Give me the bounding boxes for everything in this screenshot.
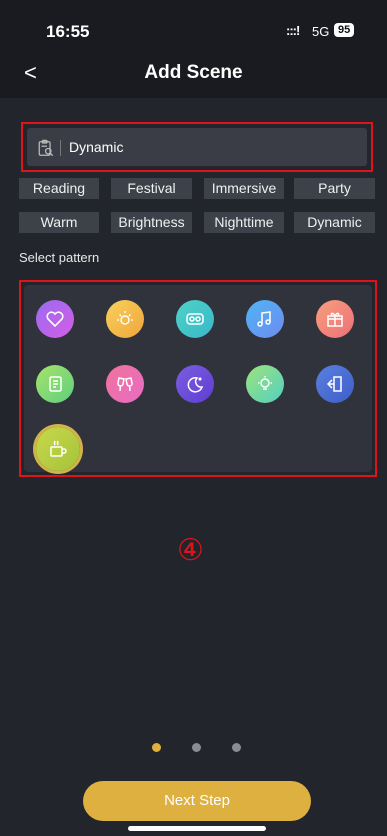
next-step-button[interactable]: Next Step (83, 781, 311, 821)
pattern-highlight (19, 280, 377, 477)
coffee-cup-icon (50, 440, 67, 457)
light-bulb-icon (258, 376, 272, 390)
pager-dot-2 (192, 743, 201, 752)
pattern-vr[interactable] (176, 300, 214, 338)
music-note-icon (257, 311, 271, 327)
pager-dots (0, 743, 387, 753)
select-pattern-label: Select pattern (19, 250, 100, 265)
pattern-grid (24, 285, 372, 472)
status-time: 16:55 (46, 22, 90, 41)
search-highlight: Dynamic (21, 122, 373, 172)
sun-icon (117, 311, 133, 325)
network-type: 5G (312, 24, 330, 39)
vr-goggles-icon (186, 313, 204, 325)
tag-warm[interactable]: Warm (19, 212, 99, 233)
pattern-bulb[interactable] (246, 365, 284, 403)
search-divider (60, 140, 61, 156)
scroll-icon (49, 376, 62, 392)
heart-icon (46, 311, 64, 328)
tag-festival[interactable]: Festival (111, 178, 192, 199)
scene-name-value: Dynamic (69, 139, 124, 155)
moon-icon (187, 377, 204, 393)
tag-nighttime[interactable]: Nighttime (204, 212, 284, 233)
pattern-moon[interactable] (176, 365, 214, 403)
signal-icon: :::! (286, 23, 300, 38)
clipboard-search-icon (38, 139, 54, 157)
tag-dynamic[interactable]: Dynamic (294, 212, 375, 233)
tag-immersive[interactable]: Immersive (204, 178, 284, 199)
battery-icon: 95 (334, 23, 355, 37)
pattern-coffee-selected[interactable] (36, 427, 80, 471)
pattern-door[interactable] (316, 365, 354, 403)
pager-dot-1 (152, 743, 161, 752)
cheers-icon (117, 377, 133, 392)
pattern-heart[interactable] (36, 300, 74, 338)
pattern-music[interactable] (246, 300, 284, 338)
gift-icon (327, 312, 343, 327)
pattern-scroll[interactable] (36, 365, 74, 403)
door-exit-icon (326, 376, 342, 392)
pattern-sun[interactable] (106, 300, 144, 338)
pattern-cheers[interactable] (106, 365, 144, 403)
annotation-marker: ④ (177, 533, 204, 568)
tag-brightness[interactable]: Brightness (111, 212, 192, 233)
home-indicator (128, 826, 266, 831)
pager-dot-3 (232, 743, 241, 752)
tag-reading[interactable]: Reading (19, 178, 99, 199)
nav-bar: < Add Scene (0, 50, 387, 98)
tag-party[interactable]: Party (294, 178, 375, 199)
pattern-gift[interactable] (316, 300, 354, 338)
scene-name-input[interactable]: Dynamic (27, 128, 367, 166)
page-title: Add Scene (144, 62, 243, 83)
